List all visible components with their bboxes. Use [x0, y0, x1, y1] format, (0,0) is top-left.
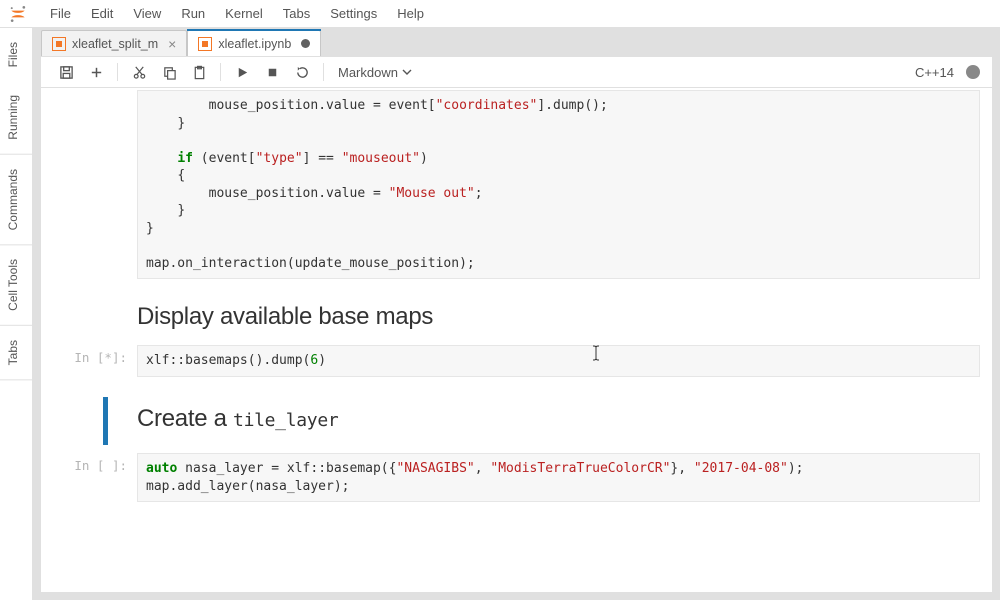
notebook-icon — [52, 37, 66, 51]
document-tab-bar: xleaflet_split_m × xleaflet.ipynb — [33, 28, 1000, 56]
sidebar-tab-commands[interactable]: Commands — [0, 155, 32, 245]
code-input[interactable]: xlf::basemaps().dump(6) — [137, 345, 980, 377]
markdown-heading: Display available base maps — [137, 303, 980, 331]
jupyter-logo — [6, 2, 30, 26]
document-tab-label: xleaflet_split_m — [72, 37, 158, 51]
code-cell[interactable]: In [*]: xlf::basemaps().dump(6) — [41, 343, 992, 379]
notebook-toolbar: Markdown C++14 — [41, 56, 992, 88]
menu-settings[interactable]: Settings — [320, 2, 387, 25]
toolbar-separator — [323, 63, 324, 81]
toolbar-separator — [117, 63, 118, 81]
cell-selection-indicator — [103, 397, 108, 445]
close-icon[interactable]: × — [164, 36, 176, 52]
run-cell-button[interactable] — [229, 60, 255, 84]
cut-button[interactable] — [126, 60, 152, 84]
code-cell[interactable]: mouse_position.value = event["coordinate… — [41, 88, 992, 281]
left-sidebar: Files Running Commands Cell Tools Tabs — [0, 28, 33, 600]
sidebar-tab-running[interactable]: Running — [0, 81, 32, 155]
cell-prompt — [53, 399, 137, 443]
cell-prompt: In [*]: — [53, 345, 137, 377]
insert-cell-button[interactable] — [83, 60, 109, 84]
menu-tabs[interactable]: Tabs — [273, 2, 320, 25]
code-cell[interactable]: In [ ]: auto nasa_layer = xlf::basemap({… — [41, 451, 992, 504]
interrupt-kernel-button[interactable] — [259, 60, 285, 84]
menu-kernel[interactable]: Kernel — [215, 2, 273, 25]
toolbar-separator — [220, 63, 221, 81]
menu-view[interactable]: View — [123, 2, 171, 25]
kernel-name-label[interactable]: C++14 — [915, 65, 954, 80]
menu-run[interactable]: Run — [171, 2, 215, 25]
chevron-down-icon — [402, 67, 412, 77]
code-input[interactable]: mouse_position.value = event["coordinate… — [137, 90, 980, 279]
menu-file[interactable]: File — [40, 2, 81, 25]
markdown-cell-selected[interactable]: Create a tile_layer — [41, 397, 992, 445]
document-tab[interactable]: xleaflet_split_m × — [41, 30, 187, 56]
sidebar-tab-tabs[interactable]: Tabs — [0, 326, 32, 380]
markdown-cell[interactable]: Display available base maps — [41, 295, 992, 343]
unsaved-indicator-icon — [301, 39, 310, 48]
main-panel: xleaflet_split_m × xleaflet.ipynb — [33, 28, 1000, 600]
paste-button[interactable] — [186, 60, 212, 84]
cell-type-label: Markdown — [338, 65, 398, 80]
menu-edit[interactable]: Edit — [81, 2, 123, 25]
copy-button[interactable] — [156, 60, 182, 84]
cell-type-dropdown[interactable]: Markdown — [332, 63, 418, 82]
sidebar-tab-cell-tools[interactable]: Cell Tools — [0, 245, 32, 326]
kernel-status-icon[interactable] — [966, 65, 980, 79]
markdown-heading: Create a tile_layer — [137, 405, 980, 433]
menu-bar: File Edit View Run Kernel Tabs Settings … — [0, 0, 1000, 28]
menu-help[interactable]: Help — [387, 2, 434, 25]
sidebar-tab-files[interactable]: Files — [0, 28, 32, 81]
code-input[interactable]: auto nasa_layer = xlf::basemap({"NASAGIB… — [137, 453, 980, 502]
notebook-cells[interactable]: mouse_position.value = event["coordinate… — [41, 88, 992, 592]
cell-prompt — [53, 90, 137, 279]
cell-prompt — [53, 297, 137, 341]
restart-kernel-button[interactable] — [289, 60, 315, 84]
document-tab-label: xleaflet.ipynb — [218, 37, 291, 51]
notebook-icon — [198, 37, 212, 51]
save-button[interactable] — [53, 60, 79, 84]
document-tab-active[interactable]: xleaflet.ipynb — [187, 30, 321, 56]
cell-prompt: In [ ]: — [53, 453, 137, 502]
